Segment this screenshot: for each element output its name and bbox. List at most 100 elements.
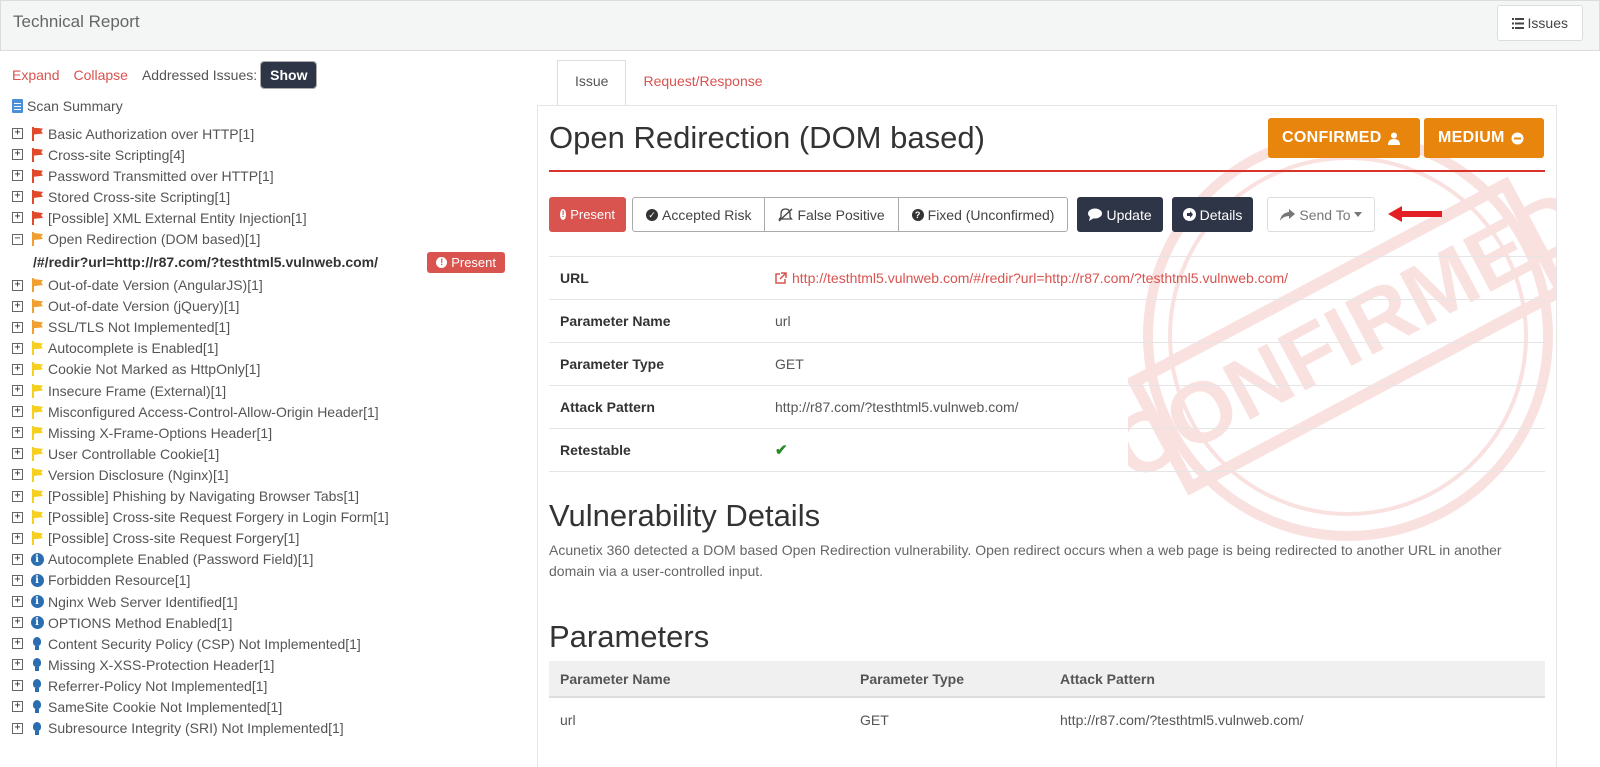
tab-request-response[interactable]: Request/Response — [626, 60, 779, 106]
tree-item[interactable]: + [Possible] Cross-site Request Forgery i… — [12, 507, 532, 528]
scan-summary-link[interactable]: Scan Summary — [12, 98, 123, 114]
expand-icon[interactable]: + — [12, 212, 23, 224]
expand-icon[interactable]: + — [12, 279, 23, 291]
tree-item[interactable]: + Version Disclosure (Nginx) [1] — [12, 464, 532, 485]
expand-icon[interactable]: + — [12, 532, 23, 544]
tree-item-label: Open Redirection (DOM based) — [48, 231, 245, 248]
expand-icon[interactable]: + — [12, 342, 23, 354]
issues-button[interactable]: Issues — [1496, 5, 1583, 41]
tree-item-count: [1] — [373, 509, 389, 526]
tree-item[interactable]: + Insecure Frame (External) [1] — [12, 380, 532, 401]
property-key: Parameter Name — [549, 299, 764, 343]
tree-item[interactable]: + [Possible] Phishing by Navigating Brows… — [12, 486, 532, 507]
tree-item[interactable]: + User Controllable Cookie [1] — [12, 443, 532, 464]
expand-icon[interactable]: + — [12, 406, 23, 418]
tree-item[interactable]: − Open Redirection (DOM based) [1] — [12, 228, 532, 249]
flag-icon — [30, 299, 44, 314]
present-status-button[interactable]: ! Present — [427, 251, 505, 273]
tree-item[interactable]: + Out-of-date Version (AngularJS) [1] — [12, 275, 532, 296]
tree-item[interactable]: + SameSite Cookie Not Implemented [1] — [12, 696, 532, 717]
expand-icon[interactable]: + — [12, 300, 23, 312]
send-to-dropdown[interactable]: Send To — [1267, 197, 1376, 232]
flag-icon — [30, 341, 44, 356]
expand-icon[interactable]: + — [12, 149, 23, 161]
flag-icon — [30, 147, 44, 162]
tree-sub-item[interactable]: /#/redir?url=http://r87.com/?testhtml5.v… — [12, 250, 532, 275]
tree-item-count: [1] — [244, 231, 261, 248]
send-to-label: Send To — [1299, 206, 1351, 223]
update-button[interactable]: Update — [1077, 197, 1163, 232]
tree-item[interactable]: + SSL/TLS Not Implemented [1] — [12, 317, 532, 338]
tree-item[interactable]: + Missing X-Frame-Options Header [1] — [12, 422, 532, 443]
expand-icon[interactable]: + — [12, 511, 23, 523]
tree-item-label: Autocomplete is Enabled — [48, 340, 203, 357]
collapse-icon[interactable]: − — [12, 233, 23, 245]
expand-icon[interactable]: + — [12, 680, 23, 692]
severity-badge[interactable]: MEDIUM — [1424, 118, 1544, 158]
tree-item-count: [1] — [214, 188, 231, 205]
expand-icon[interactable]: + — [12, 638, 23, 650]
tree-item[interactable]: + Referrer-Policy Not Implemented [1] — [12, 675, 532, 696]
tree-item[interactable]: + i Nginx Web Server Identified [1] — [12, 591, 532, 612]
addressed-issues-label: Addressed Issues: — [141, 67, 258, 83]
expand-icon[interactable]: + — [12, 321, 23, 333]
present-button[interactable]: ! Present — [549, 197, 626, 232]
comment-icon — [1088, 208, 1103, 221]
expand-icon[interactable]: + — [12, 722, 23, 734]
tree-item[interactable]: + Cookie Not Marked as HttpOnly [1] — [12, 359, 532, 380]
tree-item[interactable]: + [Possible] Cross-site Request Forgery [1… — [12, 528, 532, 549]
issues-tree: + Basic Authorization over HTTP [1] + Cross-… — [12, 123, 532, 739]
flag-icon — [30, 320, 44, 335]
tree-item[interactable]: + Basic Authorization over HTTP [1] — [12, 123, 532, 144]
url-link[interactable]: http://testhtml5.vulnweb.com/#/redir?url… — [775, 270, 1534, 286]
vulnerability-details-text: Acunetix 360 detected a DOM based Open R… — [549, 542, 1502, 579]
expand-icon[interactable]: + — [12, 490, 23, 502]
false-positive-button[interactable]: False Positive — [765, 198, 899, 231]
show-addressed-toggle[interactable]: Show — [260, 61, 318, 89]
tree-item[interactable]: + Missing X-XSS-Protection Header [1] — [12, 654, 532, 675]
expand-icon[interactable]: + — [12, 617, 23, 629]
tree-item[interactable]: + Autocomplete is Enabled [1] — [12, 338, 532, 359]
tree-item-label: Content Security Policy (CSP) Not Implem… — [48, 635, 346, 652]
tab-issue[interactable]: Issue — [557, 60, 627, 106]
tree-item[interactable]: + Cross-site Scripting [4] — [12, 144, 532, 165]
tree-item[interactable]: + Misconfigured Access-Control-Allow-Orig… — [12, 401, 532, 422]
tree-item[interactable]: + Out-of-date Version (jQuery) [1] — [12, 296, 532, 317]
tree-item[interactable]: + Stored Cross-site Scripting [1] — [12, 186, 532, 207]
tree-item[interactable]: + Password Transmitted over HTTP [1] — [12, 165, 532, 186]
check-circle-icon: ✓ — [646, 208, 658, 221]
expand-icon[interactable]: + — [12, 469, 23, 481]
collapse-link[interactable]: Collapse — [73, 67, 127, 83]
expand-icon[interactable]: + — [12, 574, 23, 586]
expand-icon[interactable]: + — [12, 191, 23, 203]
tree-item[interactable]: + i OPTIONS Method Enabled [1] — [12, 612, 532, 633]
tree-item-count: [1] — [251, 677, 268, 694]
expand-icon[interactable]: + — [12, 363, 23, 375]
details-button[interactable]: Details — [1171, 197, 1254, 232]
expand-icon[interactable]: + — [12, 448, 23, 460]
vulnerability-details-heading: Vulnerability Details — [549, 498, 821, 533]
expand-icon[interactable]: + — [12, 427, 23, 439]
expand-icon[interactable]: + — [12, 701, 23, 713]
tree-item[interactable]: + i Autocomplete Enabled (Password Field)[… — [12, 549, 532, 570]
expand-icon[interactable]: + — [12, 553, 23, 565]
expand-icon[interactable]: + — [12, 659, 23, 671]
tree-item-count: [1] — [202, 340, 219, 357]
accepted-risk-button[interactable]: ✓ Accepted Risk — [633, 198, 766, 231]
expand-icon[interactable]: + — [12, 385, 23, 397]
fixed-unconfirmed-button[interactable]: ? Fixed (Unconfirmed) — [899, 198, 1068, 231]
expand-icon[interactable]: + — [12, 170, 23, 182]
tree-item-count: [1] — [223, 298, 240, 315]
tree-item-label: Nginx Web Server Identified — [48, 593, 223, 610]
present-status-label: Present — [451, 254, 496, 270]
expand-link[interactable]: Expand — [12, 67, 59, 83]
tree-item[interactable]: + i Forbidden Resource [1] — [12, 570, 532, 591]
expand-icon[interactable]: + — [12, 128, 23, 140]
tree-item[interactable]: + Content Security Policy (CSP) Not Imple… — [12, 633, 532, 654]
tree-item[interactable]: + Subresource Integrity (SRI) Not Impleme… — [12, 718, 532, 739]
arrow-circle-icon — [1182, 208, 1196, 221]
confirmed-badge[interactable]: CONFIRMED — [1268, 118, 1420, 158]
tree-item[interactable]: + [Possible] XML External Entity Injectio… — [12, 207, 532, 228]
table-cell: url — [560, 711, 576, 728]
expand-icon[interactable]: + — [12, 596, 23, 608]
